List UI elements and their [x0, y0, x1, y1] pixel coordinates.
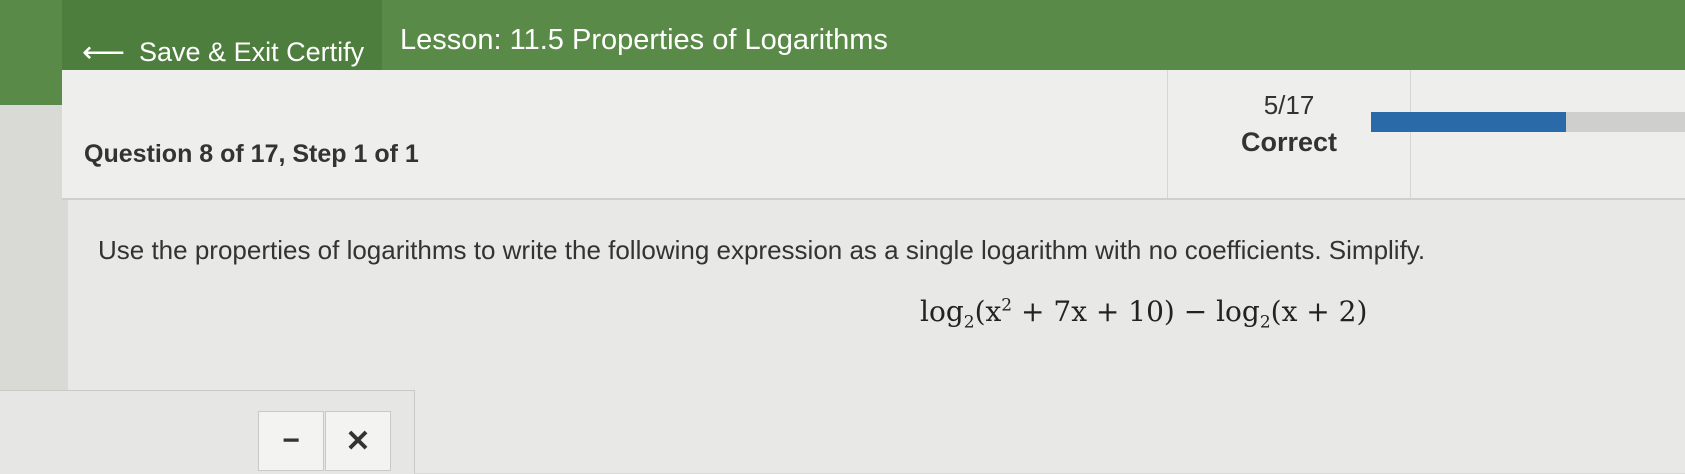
- back-arrow-icon: ⟵: [82, 35, 126, 69]
- log-2-base: 2: [1259, 312, 1271, 333]
- question-instructions: Use the properties of logarithms to writ…: [98, 235, 1426, 265]
- math-expression: log2(x2 + 7x + 10) − log2(x + 2): [920, 295, 1367, 333]
- answer-toolbar: − ✕: [0, 390, 415, 474]
- log-1-arg-rest: + 7x + 10) −: [1012, 295, 1217, 328]
- question-header-panel: Question 8 of 17, Step 1 of 1 5/17 Corre…: [62, 70, 1685, 200]
- clear-button[interactable]: ✕: [325, 411, 391, 471]
- log-2: log: [1216, 295, 1260, 328]
- progress-bar: [1371, 112, 1685, 132]
- save-exit-label: Save & Exit Certify: [139, 37, 365, 67]
- lesson-title: Lesson: 11.5 Properties of Logarithms: [400, 24, 888, 56]
- log-2-arg: (x + 2): [1270, 295, 1368, 328]
- log-1: log: [920, 295, 964, 328]
- log-1-base: 2: [963, 312, 975, 333]
- exponent: 2: [1001, 295, 1013, 316]
- log-1-arg-open: (x: [974, 295, 1002, 328]
- progress-bar-fill: [1371, 112, 1566, 132]
- question-title: Question 8 of 17, Step 1 of 1: [84, 140, 419, 168]
- score-box: 5/17 Correct: [1167, 70, 1411, 198]
- minus-button[interactable]: −: [258, 411, 324, 471]
